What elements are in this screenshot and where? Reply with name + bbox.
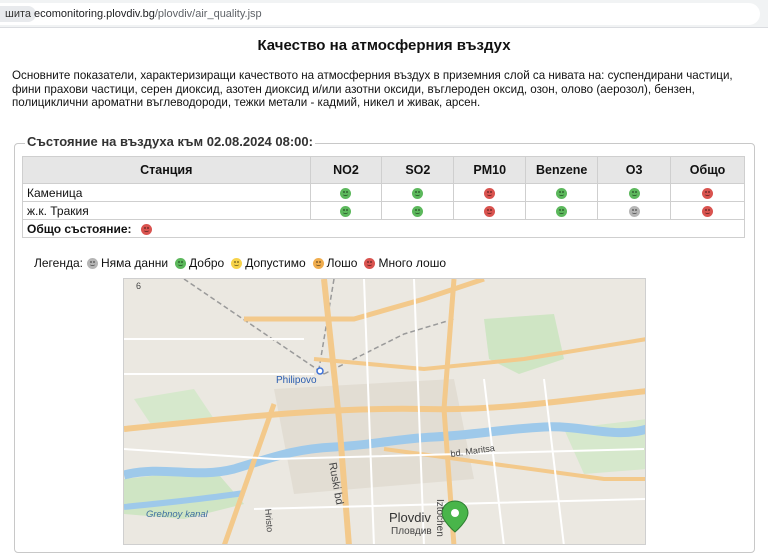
bad-icon	[312, 257, 324, 269]
overall-status-icon	[140, 223, 152, 235]
url-path: /plovdiv/air_quality.jsp	[154, 8, 262, 20]
overall-status-row: Общо състояние:	[22, 219, 745, 238]
status-icon	[412, 187, 424, 199]
table-row: Каменица	[22, 183, 745, 202]
status-icon	[484, 205, 496, 217]
legend-item-label: Допустимо	[245, 256, 306, 270]
legend-item-bad: Лошо	[312, 256, 358, 270]
legend-item-nodata: Няма данни	[86, 256, 169, 270]
legend: Легенда: Няма данни Добро Допустимо Лошо…	[34, 256, 449, 270]
intro-paragraph: Основните показатели, характеризиращи ка…	[12, 69, 733, 109]
good-icon	[175, 257, 187, 269]
map-label-6: 6	[136, 281, 141, 291]
table-header-row: Станция NO2 SO2 PM10 Benzene O3 Общо	[22, 156, 745, 184]
legend-item-good: Добро	[175, 256, 224, 270]
status-heading: Състояние на въздуха към 02.08.2024 08:0…	[25, 134, 315, 149]
station-dot[interactable]	[316, 367, 324, 375]
status-icon	[412, 205, 424, 217]
url-text[interactable]: ecomonitoring.plovdiv.bg/plovdiv/air_qua…	[34, 6, 262, 22]
station-name: Каменица	[22, 183, 311, 202]
map-label-plovdiv: Plovdiv	[389, 510, 431, 525]
station-map[interactable]: Philipovo bd. Maritsa Ruski bd Grebnoy k…	[123, 278, 646, 545]
browser-address-bar: шита ecomonitoring.plovdiv.bg/plovdiv/ai…	[0, 0, 768, 28]
status-icon	[702, 205, 714, 217]
air-quality-table: Станция NO2 SO2 PM10 Benzene O3 Общо Кам…	[22, 156, 745, 238]
header-benzene: Benzene	[525, 156, 599, 184]
page-title: Качество на атмосферния въздух	[257, 37, 511, 54]
header-station: Станция	[22, 156, 311, 184]
table-row: ж.к. Тракия	[22, 201, 745, 220]
map-label-hristo: Hristo	[263, 508, 275, 532]
status-icon	[340, 187, 352, 199]
legend-item-acceptable: Допустимо	[231, 256, 306, 270]
legend-item-label: Няма данни	[100, 256, 169, 270]
legend-item-label: Много лошо	[378, 256, 447, 270]
map-label-philipovo: Philipovo	[276, 375, 317, 386]
url-host: ecomonitoring.plovdiv.bg	[34, 8, 155, 20]
url-field[interactable]: шита ecomonitoring.plovdiv.bg/plovdiv/ai…	[0, 3, 760, 25]
status-icon	[628, 187, 640, 199]
site-info-chip[interactable]: шита	[0, 6, 37, 22]
legend-item-label: Добро	[189, 256, 225, 270]
header-so2: SO2	[381, 156, 455, 184]
legend-item-label: Лошо	[326, 256, 358, 270]
verybad-icon	[364, 257, 376, 269]
map-label-plovdiv-cyr: Пловдив	[391, 526, 432, 537]
status-icon	[556, 205, 568, 217]
header-o3: O3	[597, 156, 672, 184]
header-pm10: PM10	[453, 156, 527, 184]
overall-status-label: Общо състояние:	[27, 221, 132, 236]
overall-status-cell: Общо състояние:	[22, 219, 745, 238]
status-icon	[628, 205, 640, 217]
header-no2: NO2	[309, 156, 383, 184]
acceptable-icon	[231, 257, 243, 269]
legend-label: Легенда:	[34, 256, 83, 270]
status-icon	[702, 187, 714, 199]
status-icon	[484, 187, 496, 199]
map-canvas[interactable]: Philipovo bd. Maritsa Ruski bd Grebnoy k…	[124, 279, 646, 545]
nodata-icon	[86, 257, 98, 269]
header-overall: Общо	[670, 156, 745, 184]
status-icon	[556, 187, 568, 199]
legend-item-verybad: Много лошо	[364, 256, 446, 270]
map-label-grebnoy: Grebnoy kanal	[146, 509, 209, 520]
map-label-iztochen: Iztochen	[434, 499, 445, 537]
station-name: ж.к. Тракия	[22, 201, 311, 220]
status-icon	[340, 205, 352, 217]
